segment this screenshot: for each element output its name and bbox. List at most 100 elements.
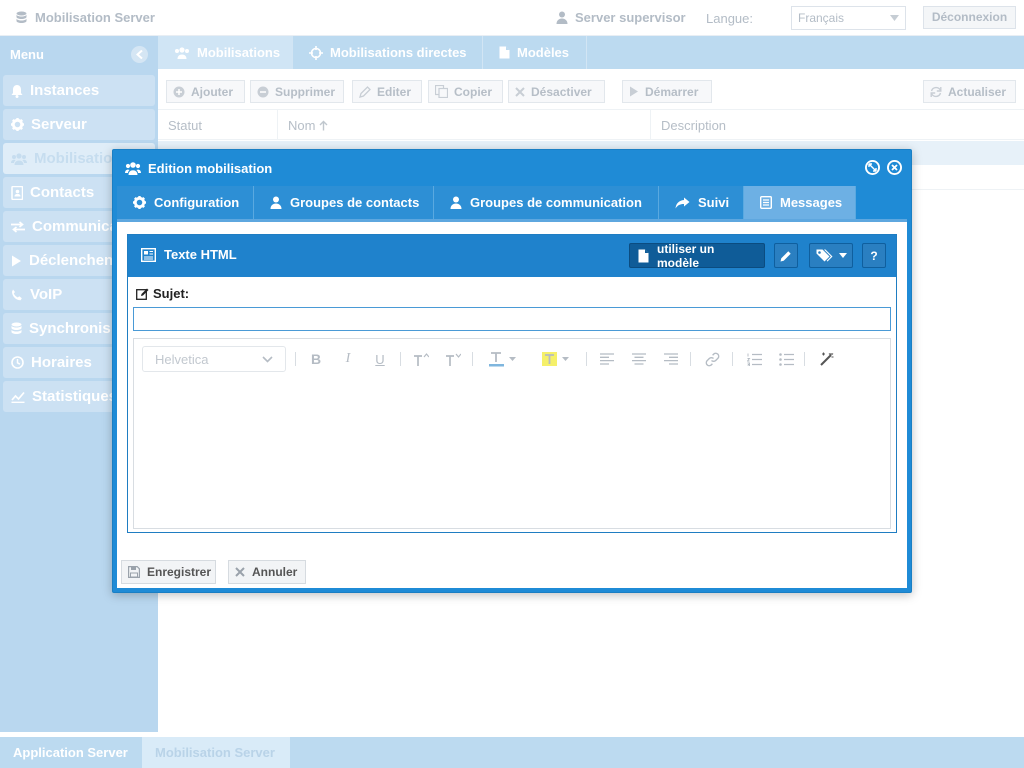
toolbar-divider	[295, 352, 296, 366]
insert-link-button[interactable]	[704, 350, 720, 368]
sidebar-item-label: Mobilisation	[34, 150, 122, 167]
tab-suivi[interactable]: Suivi	[659, 186, 744, 219]
ordered-list-button[interactable]	[746, 350, 762, 368]
chevron-down-icon	[838, 253, 847, 258]
floppy-disk-icon	[128, 566, 140, 578]
language-label: Langue:	[706, 11, 753, 26]
ordered-list-icon	[746, 353, 762, 366]
toolbar-divider	[472, 352, 473, 366]
tab-configuration[interactable]: Configuration	[117, 186, 254, 219]
language-select[interactable]: Français	[791, 6, 906, 30]
column-label: Statut	[168, 117, 202, 133]
deactivate-button[interactable]: Désactiver	[508, 80, 605, 103]
tab-label: Groupes de communication	[470, 195, 642, 210]
tab-groupes-de-contacts[interactable]: Groupes de contacts	[254, 186, 434, 219]
edit-mobilisation-dialog: Edition mobilisation Configuration Group…	[112, 149, 912, 593]
tab-groupes-de-communication[interactable]: Groupes de communication	[434, 186, 659, 219]
user-icon	[450, 196, 462, 209]
text-color-button[interactable]	[485, 350, 519, 368]
crosshairs-icon	[309, 45, 323, 60]
text-color-icon	[488, 351, 505, 367]
sidebar-item-instances[interactable]: Instances	[3, 75, 155, 106]
align-center-button[interactable]	[631, 350, 647, 368]
start-button[interactable]: Démarrer	[622, 80, 712, 103]
logout-button[interactable]: Déconnexion	[923, 6, 1016, 29]
sidebar-header: Menu	[0, 36, 158, 72]
italic-button[interactable]: I	[341, 350, 355, 368]
clear-formatting-button[interactable]	[818, 350, 836, 368]
superscript-button[interactable]	[412, 350, 430, 368]
cancel-button[interactable]: Annuler	[228, 560, 306, 584]
maximize-button[interactable]	[864, 159, 881, 176]
magic-wand-icon	[819, 352, 836, 366]
tab-messages[interactable]: Messages	[744, 186, 856, 219]
column-header-nom[interactable]: Nom	[278, 110, 651, 140]
toolbar-divider	[586, 352, 587, 366]
file-icon	[638, 249, 649, 263]
gear-icon	[11, 118, 24, 131]
italic-icon: I	[345, 351, 351, 366]
close-dialog-button[interactable]	[886, 159, 903, 176]
chevron-left-icon	[136, 49, 143, 59]
edit-html-button[interactable]	[774, 243, 798, 268]
subject-input[interactable]	[133, 307, 891, 331]
subscript-button[interactable]	[444, 350, 462, 368]
message-panel-title-text: Texte HTML	[164, 247, 237, 262]
minus-circle-icon	[257, 86, 269, 98]
main-tab-bar: Mobilisations Mobilisations directes Mod…	[158, 36, 1024, 69]
column-header-description[interactable]: Description	[651, 110, 1024, 140]
tags-dropdown-button[interactable]	[809, 243, 853, 268]
tab-mobilisations[interactable]: Mobilisations	[158, 36, 293, 69]
chevron-down-icon	[508, 357, 516, 361]
align-right-button[interactable]	[663, 350, 679, 368]
column-label: Nom	[288, 117, 316, 133]
clock-icon	[11, 356, 24, 369]
users-icon	[174, 46, 190, 59]
font-family-select[interactable]: Helvetica	[142, 346, 286, 372]
edit-button[interactable]: Editer	[352, 80, 422, 103]
column-header-statut[interactable]: Statut	[158, 110, 278, 140]
sort-ascending-icon	[319, 120, 328, 131]
sidebar-item-label: Instances	[30, 82, 100, 99]
tab-label: Mobilisations directes	[330, 45, 467, 60]
copy-button[interactable]: Copier	[428, 80, 503, 103]
delete-button[interactable]: Supprimer	[250, 80, 344, 103]
tab-label: Suivi	[698, 195, 730, 210]
html-editor: Helvetica B I U	[133, 338, 891, 529]
use-template-button[interactable]: utiliser un modèle	[629, 242, 765, 270]
expand-icon	[864, 159, 881, 176]
play-icon	[629, 86, 639, 97]
app-root: Mobilisation Server Server supervisor La…	[0, 0, 1024, 768]
highlight-color-button[interactable]	[538, 350, 572, 368]
tab-label: Groupes de contacts	[290, 195, 420, 210]
bold-button[interactable]: B	[309, 350, 323, 368]
save-button[interactable]: Enregistrer	[121, 560, 216, 584]
tags-icon	[816, 249, 833, 262]
editor-content-area[interactable]	[134, 379, 890, 528]
bottom-tab-mobilisation-server[interactable]: Mobilisation Server	[142, 737, 290, 768]
bottom-tab-application-server[interactable]: Application Server	[0, 737, 142, 768]
tab-mobilisations-directes[interactable]: Mobilisations directes	[293, 36, 483, 69]
refresh-button-label: Actualiser	[948, 84, 1007, 99]
current-user: Server supervisor	[556, 10, 686, 25]
address-book-icon	[11, 185, 23, 200]
sidebar-title: Menu	[10, 46, 44, 62]
sidebar-item-serveur[interactable]: Serveur	[3, 109, 155, 140]
refresh-button[interactable]: Actualiser	[923, 80, 1016, 103]
copy-button-label: Copier	[454, 84, 493, 99]
sidebar-collapse-button[interactable]	[131, 45, 148, 63]
help-button[interactable]: ?	[862, 243, 886, 268]
newspaper-icon	[141, 247, 156, 262]
sidebar-item-label: Contacts	[30, 184, 95, 201]
align-left-icon	[600, 353, 614, 365]
tab-label: Modèles	[517, 45, 570, 60]
bullet-list-button[interactable]	[778, 350, 794, 368]
html-message-panel: Texte HTML utiliser un modèle ? Sujet: H…	[127, 234, 897, 533]
add-button[interactable]: Ajouter	[166, 80, 245, 103]
close-icon	[515, 86, 525, 97]
underline-button[interactable]: U	[373, 350, 387, 368]
file-icon	[499, 46, 510, 59]
align-left-button[interactable]	[599, 350, 615, 368]
tab-modeles[interactable]: Modèles	[483, 36, 587, 69]
app-title-text: Mobilisation Server	[35, 10, 155, 25]
